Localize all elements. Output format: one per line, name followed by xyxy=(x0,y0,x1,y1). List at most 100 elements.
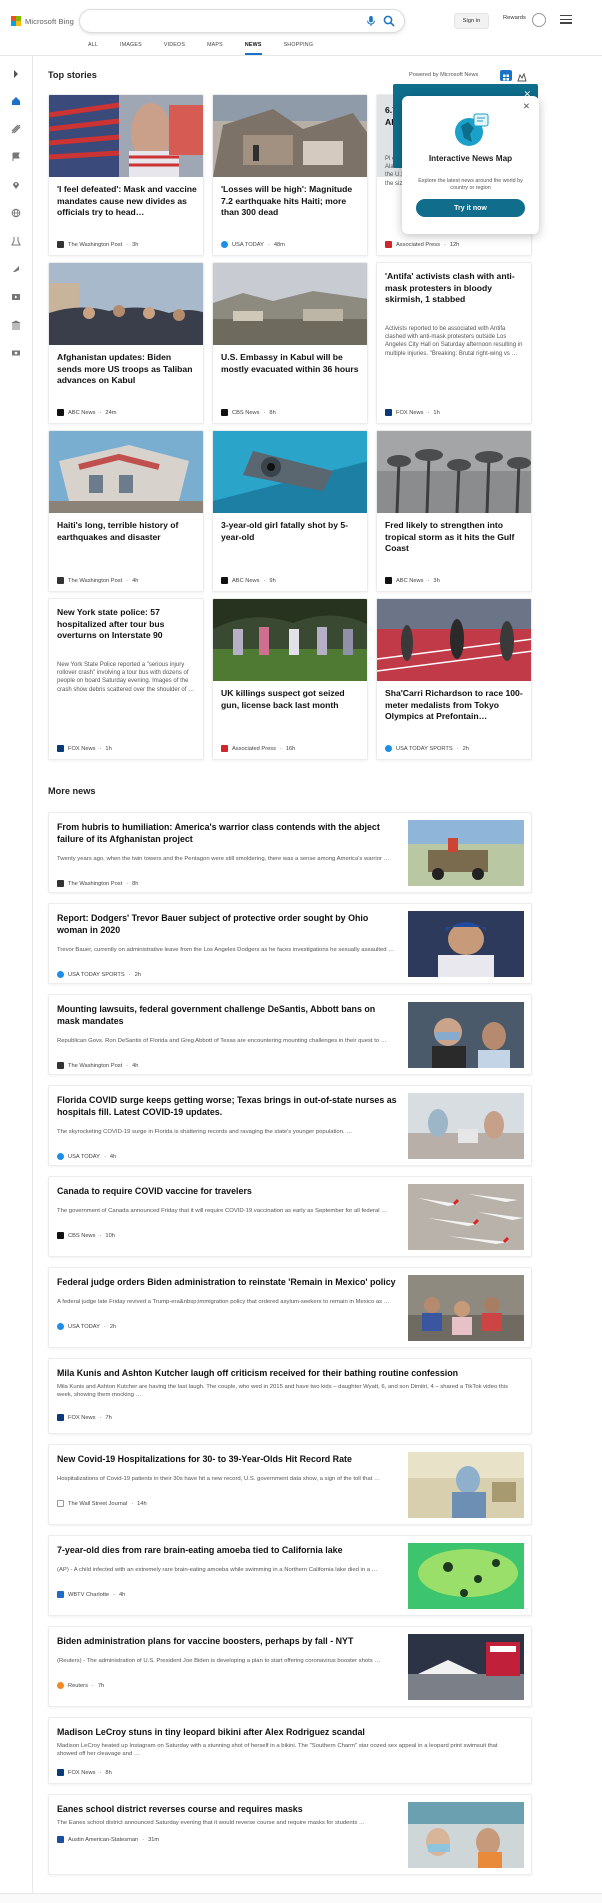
money-icon[interactable] xyxy=(11,348,21,358)
category-rail xyxy=(0,56,33,1903)
story-card[interactable]: Haiti's long, terrible history of earthq… xyxy=(48,430,204,592)
usa-today-icon xyxy=(221,241,228,248)
news-title[interactable]: Biden administration plans for vaccine b… xyxy=(57,1635,397,1647)
story-card[interactable]: 'I feel defeated': Mask and vaccine mand… xyxy=(48,94,204,256)
news-title[interactable]: From hubris to humiliation: America's wa… xyxy=(57,821,397,845)
story-title[interactable]: U.S. Embassy in Kabul will be mostly eva… xyxy=(221,352,362,375)
story-card[interactable]: U.S. Embassy in Kabul will be mostly eva… xyxy=(212,262,368,424)
search-input[interactable] xyxy=(79,9,405,33)
news-list-item[interactable]: Federal judge orders Biden administratio… xyxy=(48,1267,532,1348)
flag-icon[interactable] xyxy=(11,152,21,162)
nav-images[interactable]: IMAGES xyxy=(120,38,142,56)
globe-icon[interactable] xyxy=(11,208,21,218)
grid-view-icon[interactable] xyxy=(500,70,512,81)
abc-news-icon xyxy=(221,577,228,584)
news-title[interactable]: Federal judge orders Biden administratio… xyxy=(57,1276,397,1288)
story-title[interactable]: Sha'Carri Richardson to race 100-meter m… xyxy=(385,688,526,723)
story-thumbnail xyxy=(213,431,367,513)
header: Microsoft Bing Sign in Rewards ALL IMAGE… xyxy=(0,0,602,56)
menu-icon[interactable] xyxy=(560,15,572,25)
news-title[interactable]: Madison LeCroy stuns in tiny leopard bik… xyxy=(57,1726,517,1738)
try-it-now-button[interactable]: Try it now xyxy=(416,199,525,217)
news-source: USA TODAY · 2h xyxy=(57,1323,116,1330)
news-list-item[interactable]: Eanes school district reverses course an… xyxy=(48,1794,532,1875)
bing-logo[interactable]: Microsoft Bing xyxy=(11,14,74,28)
story-card[interactable]: 3-year-old girl fatally shot by 5-year-o… xyxy=(212,430,368,592)
story-title[interactable]: 'Antifa' activists clash with anti-mask … xyxy=(385,271,526,306)
politics-icon[interactable] xyxy=(11,320,21,330)
close-icon[interactable]: ✕ xyxy=(523,101,530,112)
story-card[interactable]: Fred likely to strengthen into tropical … xyxy=(376,430,532,592)
news-title[interactable]: Mounting lawsuits, federal government ch… xyxy=(57,1003,397,1027)
news-title[interactable]: Report: Dodgers' Trevor Bauer subject of… xyxy=(57,912,397,936)
washington-post-icon xyxy=(57,241,64,248)
search-icon[interactable] xyxy=(383,15,395,27)
nav-news[interactable]: NEWS xyxy=(244,38,262,56)
news-list-item[interactable]: Biden administration plans for vaccine b… xyxy=(48,1626,532,1707)
story-card[interactable]: 'Losses will be high': Magnitude 7.2 ear… xyxy=(212,94,368,256)
story-thumbnail xyxy=(377,599,531,681)
story-card[interactable]: 'Antifa' activists clash with anti-mask … xyxy=(376,262,532,424)
story-source: FOX News · 1h xyxy=(385,409,440,416)
nav-videos[interactable]: VIDEOS xyxy=(164,38,185,56)
story-title[interactable]: Haiti's long, terrible history of earthq… xyxy=(57,520,198,543)
news-snippet: Trevor Bauer, currently on administrativ… xyxy=(57,947,395,953)
news-source: The Wall Street Journal · 14h xyxy=(57,1500,147,1507)
usa-today-icon xyxy=(57,1323,64,1330)
news-list-item[interactable]: Report: Dodgers' Trevor Bauer subject of… xyxy=(48,903,532,984)
news-title[interactable]: Canada to require COVID vaccine for trav… xyxy=(57,1185,397,1197)
story-card[interactable]: UK killings suspect got seized gun, lice… xyxy=(212,598,368,760)
rocket-icon[interactable] xyxy=(11,264,21,274)
fox-news-icon xyxy=(57,1414,64,1421)
story-card[interactable]: New York state police: 57 hospitalized a… xyxy=(48,598,204,760)
story-title[interactable]: 'Losses will be high': Magnitude 7.2 ear… xyxy=(221,184,362,219)
story-card[interactable]: Sha'Carri Richardson to race 100-meter m… xyxy=(376,598,532,760)
fox-news-icon xyxy=(57,1769,64,1776)
story-title[interactable]: Fred likely to strengthen into tropical … xyxy=(385,520,526,555)
news-title[interactable]: Mila Kunis and Ashton Kutcher laugh off … xyxy=(57,1367,517,1379)
news-source: FOX News · 7h xyxy=(57,1414,112,1421)
news-source: WBTV Charlotte · 4h xyxy=(57,1591,125,1598)
news-source: The Washington Post · 4h xyxy=(57,1062,138,1069)
cbs-news-icon xyxy=(221,409,228,416)
story-title[interactable]: New York state police: 57 hospitalized a… xyxy=(57,607,198,642)
location-icon[interactable] xyxy=(11,180,21,190)
entertainment-icon[interactable] xyxy=(11,292,21,302)
news-list-item[interactable]: 7-year-old dies from rare brain-eating a… xyxy=(48,1535,532,1616)
science-icon[interactable] xyxy=(11,236,21,246)
reuters-icon xyxy=(57,1682,64,1689)
story-title[interactable]: 3-year-old girl fatally shot by 5-year-o… xyxy=(221,520,362,543)
story-source: USA TODAY · 48m xyxy=(221,241,285,248)
news-list-item[interactable]: Madison LeCroy stuns in tiny leopard bik… xyxy=(48,1717,532,1784)
news-list-item[interactable]: Florida COVID surge keeps getting worse;… xyxy=(48,1085,532,1166)
usa-today-icon xyxy=(57,1153,64,1160)
rewards-icon[interactable] xyxy=(532,13,546,27)
nav-maps[interactable]: MAPS xyxy=(207,38,223,56)
news-title[interactable]: New Covid-19 Hospitalizations for 30- to… xyxy=(57,1453,397,1465)
interactive-news-map-popup: ✕ Interactive News Map Explore the lates… xyxy=(402,96,539,234)
story-title[interactable]: UK killings suspect got seized gun, lice… xyxy=(221,688,362,711)
news-title[interactable]: Eanes school district reverses course an… xyxy=(57,1803,397,1815)
story-card[interactable]: Afghanistan updates: Biden sends more US… xyxy=(48,262,204,424)
expand-chevron-icon[interactable] xyxy=(11,69,21,79)
story-title[interactable]: Afghanistan updates: Biden sends more US… xyxy=(57,352,198,387)
nav-shopping[interactable]: SHOPPING xyxy=(284,38,314,56)
news-list-item[interactable]: Mounting lawsuits, federal government ch… xyxy=(48,994,532,1075)
news-title[interactable]: 7-year-old dies from rare brain-eating a… xyxy=(57,1544,397,1556)
home-icon[interactable] xyxy=(11,96,21,106)
map-view-icon[interactable] xyxy=(516,70,528,82)
news-list-item[interactable]: Mila Kunis and Ashton Kutcher laugh off … xyxy=(48,1358,532,1434)
news-title[interactable]: Florida COVID surge keeps getting worse;… xyxy=(57,1094,397,1118)
microphone-icon[interactable] xyxy=(365,15,377,27)
wbtv-icon xyxy=(57,1591,64,1598)
news-list-item[interactable]: From hubris to humiliation: America's wa… xyxy=(48,812,532,893)
sign-in-button[interactable]: Sign in xyxy=(454,13,489,29)
news-snippet: The government of Canada announced Frida… xyxy=(57,1208,388,1214)
news-list-item[interactable]: New Covid-19 Hospitalizations for 30- to… xyxy=(48,1444,532,1525)
nav-all[interactable]: ALL xyxy=(88,38,98,56)
sports-icon[interactable] xyxy=(11,124,21,134)
rewards-label[interactable]: Rewards xyxy=(503,15,526,21)
story-title[interactable]: 'I feel defeated': Mask and vaccine mand… xyxy=(57,184,198,219)
news-list-item[interactable]: Canada to require COVID vaccine for trav… xyxy=(48,1176,532,1257)
austin-american-statesman-icon xyxy=(57,1836,64,1843)
